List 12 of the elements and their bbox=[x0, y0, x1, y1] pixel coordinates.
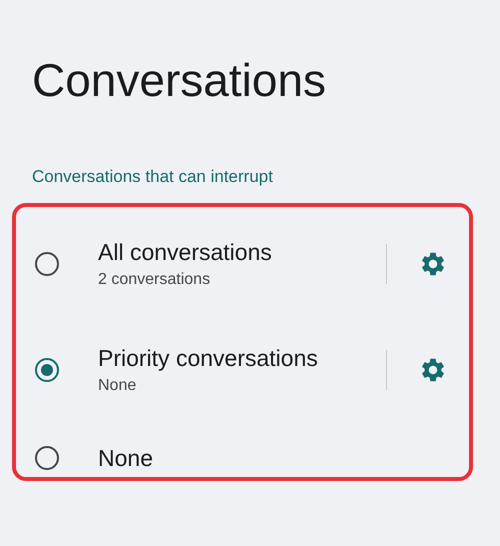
option-label[interactable]: All conversations bbox=[98, 237, 272, 267]
settings-icon[interactable] bbox=[419, 250, 447, 278]
option-summary: None bbox=[98, 376, 136, 396]
radio-button[interactable] bbox=[35, 446, 59, 470]
radio-button[interactable] bbox=[35, 358, 59, 382]
option-summary: 2 conversations bbox=[98, 270, 210, 290]
option-label[interactable]: None bbox=[98, 443, 153, 473]
option-label[interactable]: Priority conversations bbox=[98, 343, 318, 373]
section-header: Conversations that can interrupt bbox=[32, 166, 273, 188]
settings-icon[interactable] bbox=[419, 356, 447, 384]
page-title: Conversations bbox=[32, 53, 326, 108]
radio-button[interactable] bbox=[35, 252, 59, 276]
